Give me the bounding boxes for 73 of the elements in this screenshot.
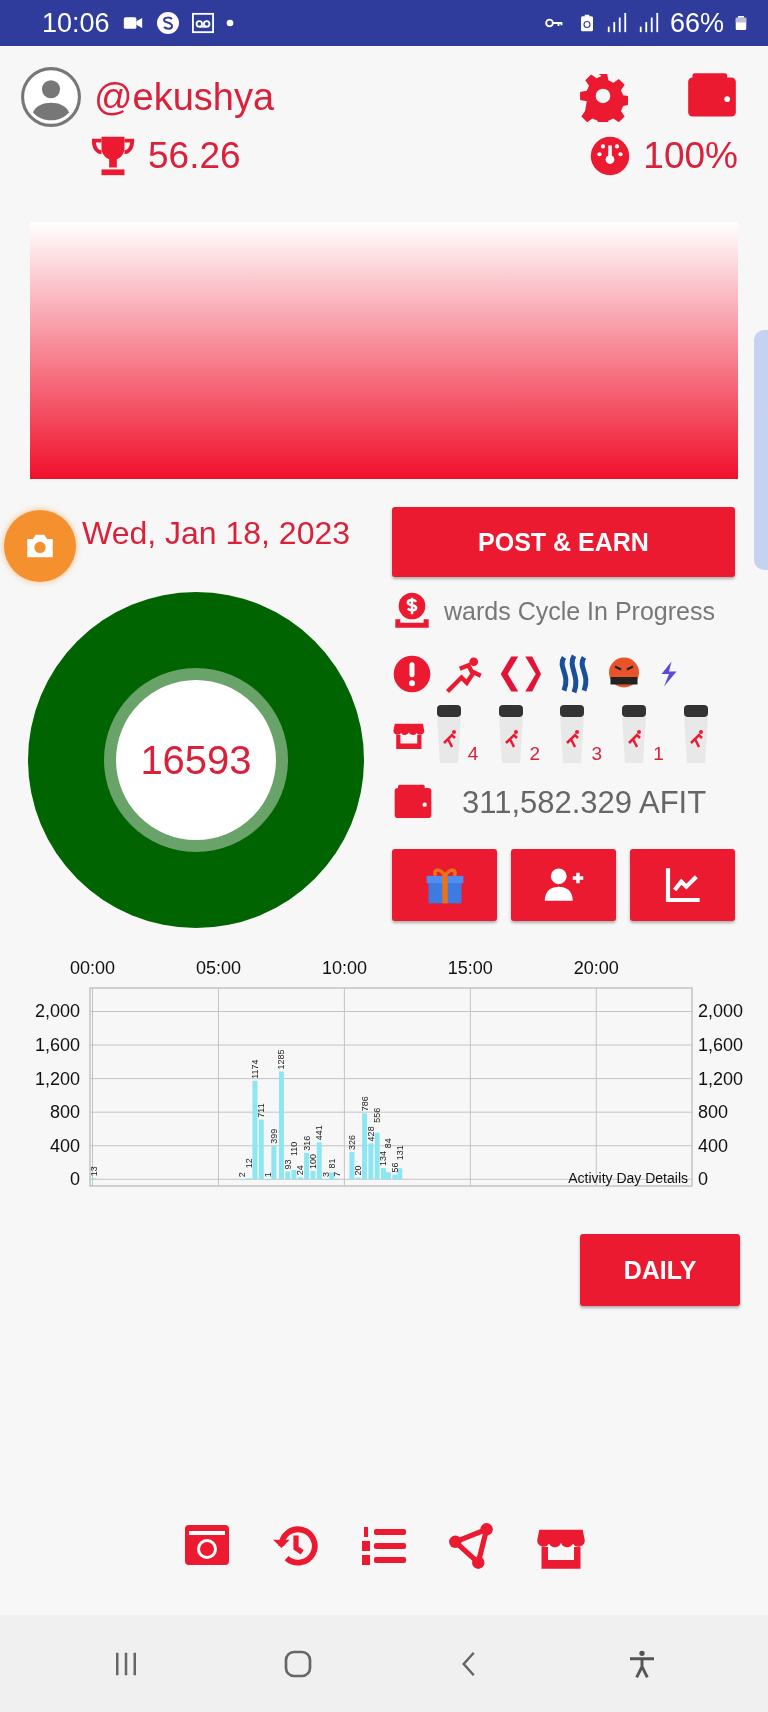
y-axis-label: 0	[698, 1169, 708, 1190]
rewards-status: wards Cycle In Progress	[444, 596, 715, 626]
daily-button[interactable]: DAILY	[580, 1234, 740, 1306]
balance-amount: 311,582.329 AFIT	[462, 785, 707, 821]
bar-value-label: 326	[346, 1134, 357, 1150]
username: @ekushya	[94, 75, 275, 119]
stats-button[interactable]	[630, 849, 735, 921]
settings-icon[interactable]	[578, 72, 628, 122]
chart-caption: Activity Day Details	[568, 1170, 688, 1186]
coin-s-icon	[155, 11, 180, 35]
bar-value-label: 2	[237, 1172, 248, 1178]
bar-value-label: 3	[320, 1172, 331, 1178]
y-axis-label: 1,600	[34, 1035, 80, 1056]
bar-value-label: 316	[301, 1135, 312, 1151]
battery-percent: 66%	[669, 7, 724, 39]
product-count: 4	[467, 743, 479, 765]
bar-value-label: 1174	[250, 1059, 260, 1079]
bar-value-label: 786	[359, 1096, 370, 1112]
bar-value-label: 12	[243, 1158, 254, 1169]
voicemail-icon	[189, 12, 216, 34]
steps-count: 16593	[140, 738, 252, 782]
bar-value-label: 110	[289, 1141, 300, 1157]
bar-value-label: 1	[262, 1172, 273, 1178]
signal-icon	[637, 12, 660, 34]
y-axis-label: 1,200	[698, 1068, 744, 1089]
product-count: 3	[591, 743, 602, 765]
bar-value-label: 13	[88, 1166, 99, 1177]
x-axis-label: 00:00	[70, 958, 116, 978]
y-axis-label: 1,200	[34, 1068, 80, 1089]
bar-value-label: 134	[378, 1151, 389, 1167]
bar-value-label: 399	[268, 1128, 279, 1144]
y-axis-label: 400	[49, 1135, 80, 1156]
signal-icon	[605, 12, 628, 34]
date-label: Wed, Jan 18, 2023	[82, 515, 351, 552]
x-axis-label: 20:00	[573, 958, 619, 978]
bar-value-label: 20	[353, 1165, 364, 1176]
avatar-icon	[20, 66, 82, 128]
gauge-icon	[589, 135, 632, 177]
bar-value-label: 24	[295, 1165, 306, 1176]
y-axis-label: 2,000	[698, 1001, 744, 1022]
post-earn-button[interactable]: POST & EARN	[392, 507, 735, 577]
bar-value-label: 131	[394, 1145, 405, 1161]
clock-time: 10:06	[42, 7, 110, 39]
power-percent: 100%	[643, 135, 738, 177]
bar-value-label: 7	[331, 1171, 342, 1177]
y-axis-label: 800	[49, 1102, 80, 1123]
bar-value-label: 100	[307, 1153, 318, 1169]
score-value: 56.26	[148, 135, 241, 177]
x-axis-label: 15:00	[447, 958, 493, 978]
alert-icon	[392, 654, 432, 694]
product-count: 1	[653, 743, 664, 765]
bar-value-label: 56	[389, 1162, 400, 1173]
bar-value-label: 81	[326, 1158, 337, 1169]
money-hand-icon	[392, 591, 432, 631]
bar-value-label: 711	[256, 1103, 267, 1118]
product-count: 2	[529, 743, 541, 765]
y-axis-label: 2,000	[34, 1001, 80, 1022]
edge-panel-handle[interactable]	[754, 330, 768, 570]
bar-value-label: 84	[383, 1138, 394, 1149]
y-axis-label: 0	[70, 1169, 80, 1190]
y-axis-label: 1,600	[698, 1035, 744, 1056]
bar-value-label: 556	[372, 1107, 383, 1123]
bar-value-label: 1285	[276, 1049, 287, 1070]
x-axis-label: 10:00	[321, 958, 367, 978]
y-axis-label: 400	[698, 1135, 729, 1156]
bar-value-label: 93	[282, 1159, 293, 1170]
bar-value-label: 441	[314, 1125, 325, 1141]
add-friend-button[interactable]	[511, 849, 616, 921]
screenshot-button[interactable]	[4, 510, 76, 582]
bar-value-label: 428	[365, 1126, 376, 1142]
x-axis-label: 05:00	[195, 958, 241, 978]
dot-icon	[225, 19, 234, 27]
y-axis-label: 800	[698, 1102, 729, 1123]
